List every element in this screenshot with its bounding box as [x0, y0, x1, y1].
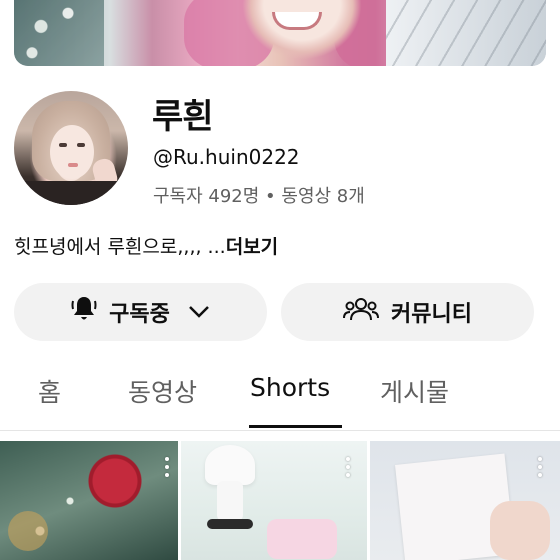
- channel-stats: 구독자 492명 • 동영상 8개: [153, 186, 365, 207]
- short-thumbnail[interactable]: [0, 441, 178, 560]
- short-thumbnail[interactable]: [181, 441, 367, 560]
- tab-shorts[interactable]: Shorts: [250, 373, 330, 402]
- subscribe-button[interactable]: 구독중: [14, 283, 267, 341]
- more-options-icon[interactable]: [164, 457, 170, 479]
- description-text: 힛프녕에서 루흰으로,,,, ...: [14, 236, 226, 258]
- channel-name: 루흰: [152, 97, 214, 137]
- people-icon: [343, 296, 380, 328]
- tabs-divider: [0, 430, 560, 431]
- tab-home[interactable]: 홈: [38, 373, 61, 409]
- tab-posts[interactable]: 게시물: [380, 373, 449, 409]
- subscribe-label: 구독중: [109, 302, 170, 327]
- community-label: 커뮤니티: [391, 302, 472, 327]
- more-link[interactable]: 더보기: [226, 236, 278, 258]
- chevron-down-icon: [188, 300, 210, 325]
- channel-tabs: 홈 동영상 Shorts 게시물: [0, 355, 560, 429]
- tab-videos[interactable]: 동영상: [128, 373, 197, 409]
- channel-description[interactable]: 힛프녕에서 루흰으로,,,, ...더보기: [14, 232, 278, 259]
- community-button[interactable]: 커뮤니티: [281, 283, 534, 341]
- shorts-grid: [0, 441, 560, 560]
- active-tab-indicator: [249, 425, 342, 428]
- more-options-icon[interactable]: [537, 457, 543, 479]
- channel-banner: [14, 0, 546, 66]
- channel-handle: @Ru.huin0222: [153, 145, 300, 169]
- channel-avatar[interactable]: [14, 91, 128, 205]
- bell-icon: [71, 295, 97, 329]
- short-thumbnail[interactable]: [370, 441, 560, 560]
- more-options-icon[interactable]: [345, 457, 351, 479]
